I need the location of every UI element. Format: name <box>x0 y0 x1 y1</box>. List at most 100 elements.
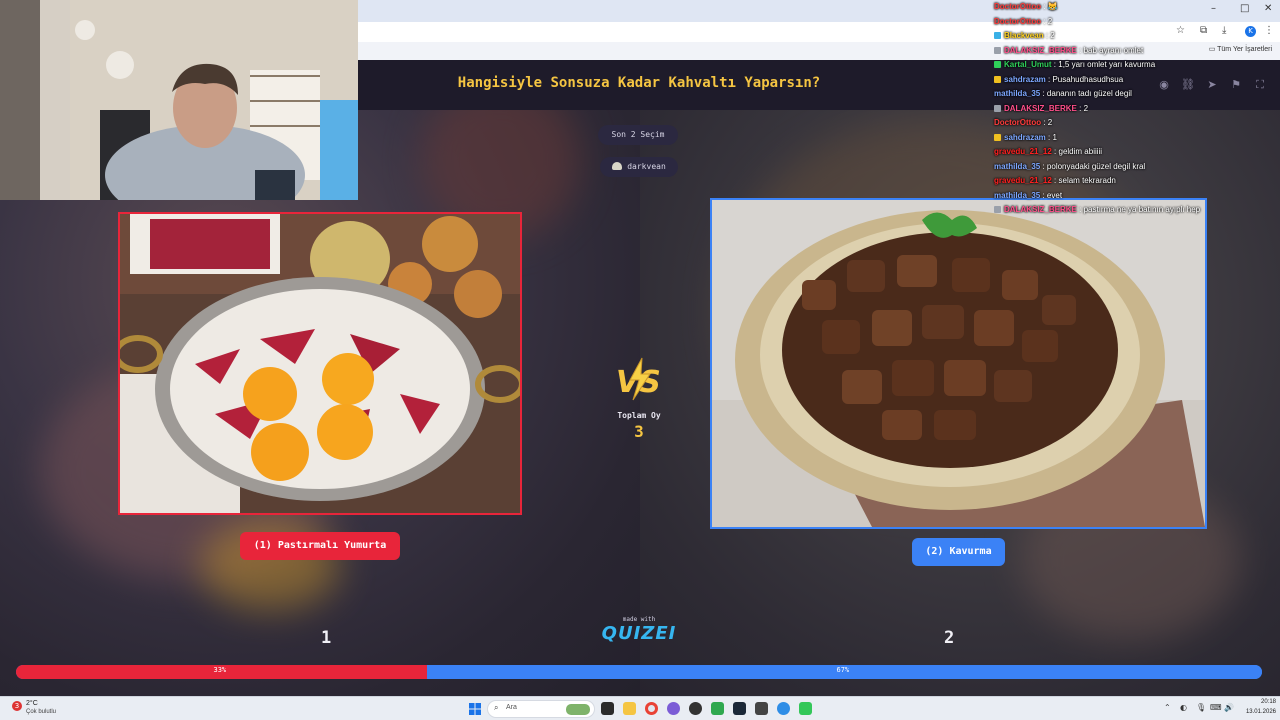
total-votes-label: Toplam Oy <box>617 411 661 420</box>
chat-message: sahdrazam : 1 <box>994 131 1280 146</box>
chat-username: sahdrazam <box>1004 132 1046 142</box>
chat-username: sahdrazam <box>1004 74 1046 84</box>
weather-icon[interactable]: 3 <box>12 701 22 711</box>
windows-taskbar: 3 2°C Çok bulutlu ⌕ Ara ⌃ ◐ 🎙 ⌨ 🔊 20:18 … <box>0 696 1280 720</box>
chat-message: Blackvean : 2 <box>994 29 1280 44</box>
microphone-icon[interactable]: 🎙 <box>1196 703 1206 712</box>
app-icon-2[interactable] <box>799 702 812 715</box>
clock-date[interactable]: 13.01.2026 <box>1234 709 1276 715</box>
chrome-icon[interactable] <box>645 702 658 715</box>
lightning-vs-icon: VS <box>616 357 661 401</box>
steam-icon[interactable] <box>733 702 746 715</box>
option-1-image[interactable] <box>118 212 522 515</box>
tray-chevron-icon[interactable]: ⌃ <box>1164 703 1171 712</box>
chat-message: DoctorOttoo : 2 <box>994 118 1053 127</box>
chat-username: DALAKSIZ_BERKE <box>1004 45 1077 55</box>
chat-username: mathilda_35 <box>994 89 1041 98</box>
chat-message: Kartal_Umut : 1,5 yarı omlet yarı kavurm… <box>994 58 1280 73</box>
webcam-overlay <box>0 0 358 200</box>
option-1-button[interactable]: (1) Pastırmalı Yumurta <box>240 532 400 560</box>
network-icon[interactable]: ⌨ <box>1210 703 1222 712</box>
option-2-percent: 67% <box>836 666 850 674</box>
clock-time[interactable]: 20:18 <box>1240 699 1276 705</box>
chat-text: 1 <box>1052 132 1057 142</box>
chat-username: Blackvean <box>1004 31 1044 40</box>
option-2-image[interactable] <box>710 198 1207 529</box>
chat-text: evet <box>1046 190 1063 200</box>
chat-message: DALAKSIZ_BERKE : 2 <box>994 102 1280 117</box>
task-view-icon[interactable] <box>601 702 614 715</box>
chat-text: selam tekraradn <box>1058 176 1116 185</box>
crown-badge-icon <box>994 75 1001 83</box>
xbox-icon[interactable] <box>711 702 724 715</box>
chat-message: DALAKSIZ_BERKE : bab ayranı omlet <box>994 44 1280 59</box>
quizei-logo[interactable]: QUIZEI <box>596 623 682 644</box>
player-name: darkvean <box>627 162 666 171</box>
taskbar-search[interactable]: ⌕ Ara <box>487 700 595 718</box>
chat-text: 1,5 yarı omlet yarı kavurma <box>1058 60 1156 69</box>
quiz-title: Hangisiyle Sonsuza Kadar Kahvaltı Yapars… <box>457 75 821 91</box>
volume-icon[interactable]: 🔊 <box>1224 703 1234 712</box>
chat-username: DoctorOttoo <box>994 2 1042 11</box>
chat-message: sahdrazam : Pusahudhasudhsua <box>994 73 1280 88</box>
chat-message: mathilda_35 : polonyadaki güzel degil kr… <box>994 161 1146 171</box>
chat-message: mathilda_35 : dananın tadı güzel degil <box>994 89 1132 98</box>
badge-icon <box>994 61 1001 68</box>
subscriber-badge-icon <box>994 32 1001 39</box>
vote-progress-bar: 33% 67% <box>16 665 1262 679</box>
chat-text: 2 <box>1050 31 1055 40</box>
player-badge: darkvean <box>600 157 678 177</box>
chat-text: 2 <box>1047 118 1053 127</box>
app-icon[interactable] <box>777 702 790 715</box>
windows-start-icon[interactable] <box>469 703 481 715</box>
screen: Hangisiyle Sonsuza Kadar Kahvaltı Yapars… <box>0 0 1280 720</box>
chat-text: dananın tadı güzel degil <box>1046 89 1132 98</box>
search-icon: ⌕ <box>494 703 499 712</box>
badge-icon <box>994 46 1001 54</box>
webcam-video <box>0 0 358 200</box>
crown-badge-icon <box>994 133 1001 141</box>
option-1-percent: 33% <box>213 666 227 674</box>
chat-text: pastırma ne ya batının ayıplı hep <box>1083 205 1201 214</box>
chat-text: 2 <box>1083 103 1089 113</box>
chat-username: gravedu_21_12 <box>994 147 1052 156</box>
chat-username: mathilda_35 <box>994 161 1041 171</box>
chat-message: gravedu_21_12 : geldim abiiiii <box>994 147 1103 156</box>
chat-text: geldim abiiiii <box>1058 147 1103 156</box>
pastirma-egg-pan-image <box>120 214 520 513</box>
total-votes-value: 3 <box>634 422 644 441</box>
search-placeholder: Ara <box>506 704 517 711</box>
chat-overlay: DoctorOttoo : 😹 DoctorOttoo : 2 Blackvea… <box>994 0 1280 218</box>
option-2-button[interactable]: (2) Kavurma <box>912 538 1005 566</box>
chat-username: mathilda_35 <box>994 190 1041 200</box>
chat-message: mathilda_35 : evet <box>994 190 1063 200</box>
terminal-icon[interactable] <box>755 702 768 715</box>
chat-username: gravedu_21_12 <box>994 176 1052 185</box>
file-explorer-icon[interactable] <box>623 702 636 715</box>
round-badge: Son 2 Seçim <box>598 125 678 145</box>
player-avatar-icon <box>612 162 623 170</box>
chat-text: 😹 <box>1047 2 1058 11</box>
chat-text: 2 <box>1047 16 1053 26</box>
chat-username: DALAKSIZ_BERKE <box>1004 205 1077 214</box>
chat-text: polonyadaki güzel degil kral <box>1046 161 1146 171</box>
option-1-score: 1 <box>321 628 332 648</box>
obs-icon[interactable] <box>689 702 702 715</box>
kavurma-bowl-image <box>712 200 1205 527</box>
chat-username: Kartal_Umut <box>1004 60 1052 69</box>
badge-icon <box>994 206 1001 213</box>
made-with-label: made with <box>622 616 656 623</box>
chat-username: DALAKSIZ_BERKE <box>1004 103 1077 113</box>
chat-text: Pusahudhasudhsua <box>1052 74 1124 84</box>
badge-icon <box>994 104 1001 112</box>
weather-temp[interactable]: 2°C <box>26 700 38 707</box>
search-highlight-icon <box>566 704 590 715</box>
chat-text: bab ayranı omlet <box>1083 45 1144 55</box>
chat-message: DALAKSIZ_BERKE : pastırma ne ya batının … <box>994 203 1280 218</box>
chat-message: DoctorOttoo : 😹 <box>994 2 1058 11</box>
discord-icon[interactable] <box>667 702 680 715</box>
tray-app-icon[interactable]: ◐ <box>1180 703 1187 712</box>
weather-description[interactable]: Çok bulutlu <box>26 709 56 715</box>
chat-message: DoctorOttoo : 2 <box>994 16 1053 26</box>
chat-username: DoctorOttoo <box>994 118 1042 127</box>
